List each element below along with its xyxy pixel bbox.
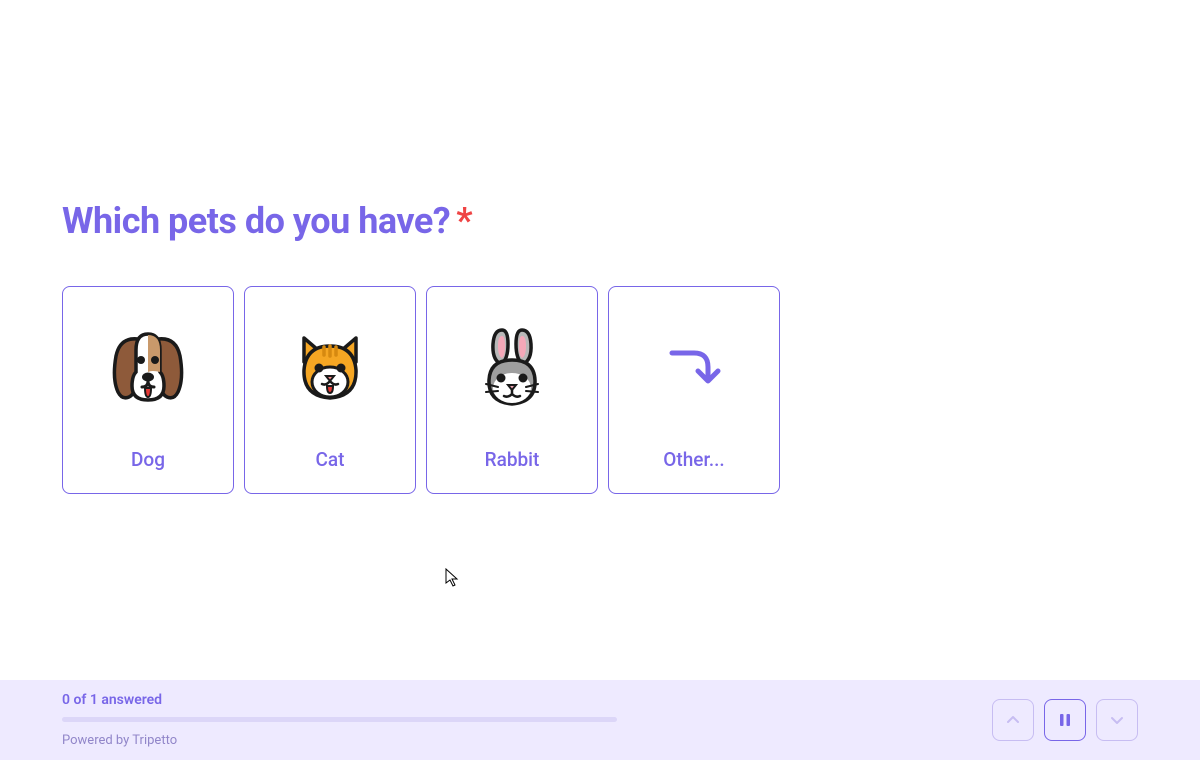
option-label: Rabbit	[485, 448, 540, 471]
option-other[interactable]: Other...	[608, 286, 780, 494]
progress-bar	[62, 717, 617, 722]
powered-by-link[interactable]: Powered by Tripetto	[62, 733, 992, 748]
option-dog[interactable]: Dog	[62, 286, 234, 494]
cursor-icon	[445, 568, 461, 588]
option-rabbit[interactable]: Rabbit	[426, 286, 598, 494]
chevron-down-icon	[1109, 712, 1125, 728]
nav-next-button[interactable]	[1096, 699, 1138, 741]
question-text: Which pets do you have?	[62, 200, 450, 242]
question-title: Which pets do you have? *	[62, 200, 1138, 242]
nav-pause-button[interactable]	[1044, 699, 1086, 741]
nav-prev-button[interactable]	[992, 699, 1034, 741]
main-content: Which pets do you have? *	[0, 0, 1200, 494]
option-cat[interactable]: Cat	[244, 286, 416, 494]
cat-icon	[285, 323, 375, 413]
options-grid: Dog	[62, 286, 1138, 494]
footer-nav	[992, 699, 1138, 741]
progress-text: 0 of 1 answered	[62, 692, 992, 708]
pause-icon	[1058, 712, 1072, 728]
other-arrow-icon	[649, 323, 739, 413]
option-label: Cat	[316, 448, 345, 471]
option-label: Dog	[131, 448, 165, 471]
footer-left: 0 of 1 answered Powered by Tripetto	[62, 692, 992, 748]
rabbit-icon	[467, 323, 557, 413]
chevron-up-icon	[1005, 712, 1021, 728]
footer: 0 of 1 answered Powered by Tripetto	[0, 680, 1200, 760]
option-label: Other...	[663, 448, 724, 471]
dog-icon	[103, 323, 193, 413]
required-asterisk: *	[456, 200, 472, 242]
